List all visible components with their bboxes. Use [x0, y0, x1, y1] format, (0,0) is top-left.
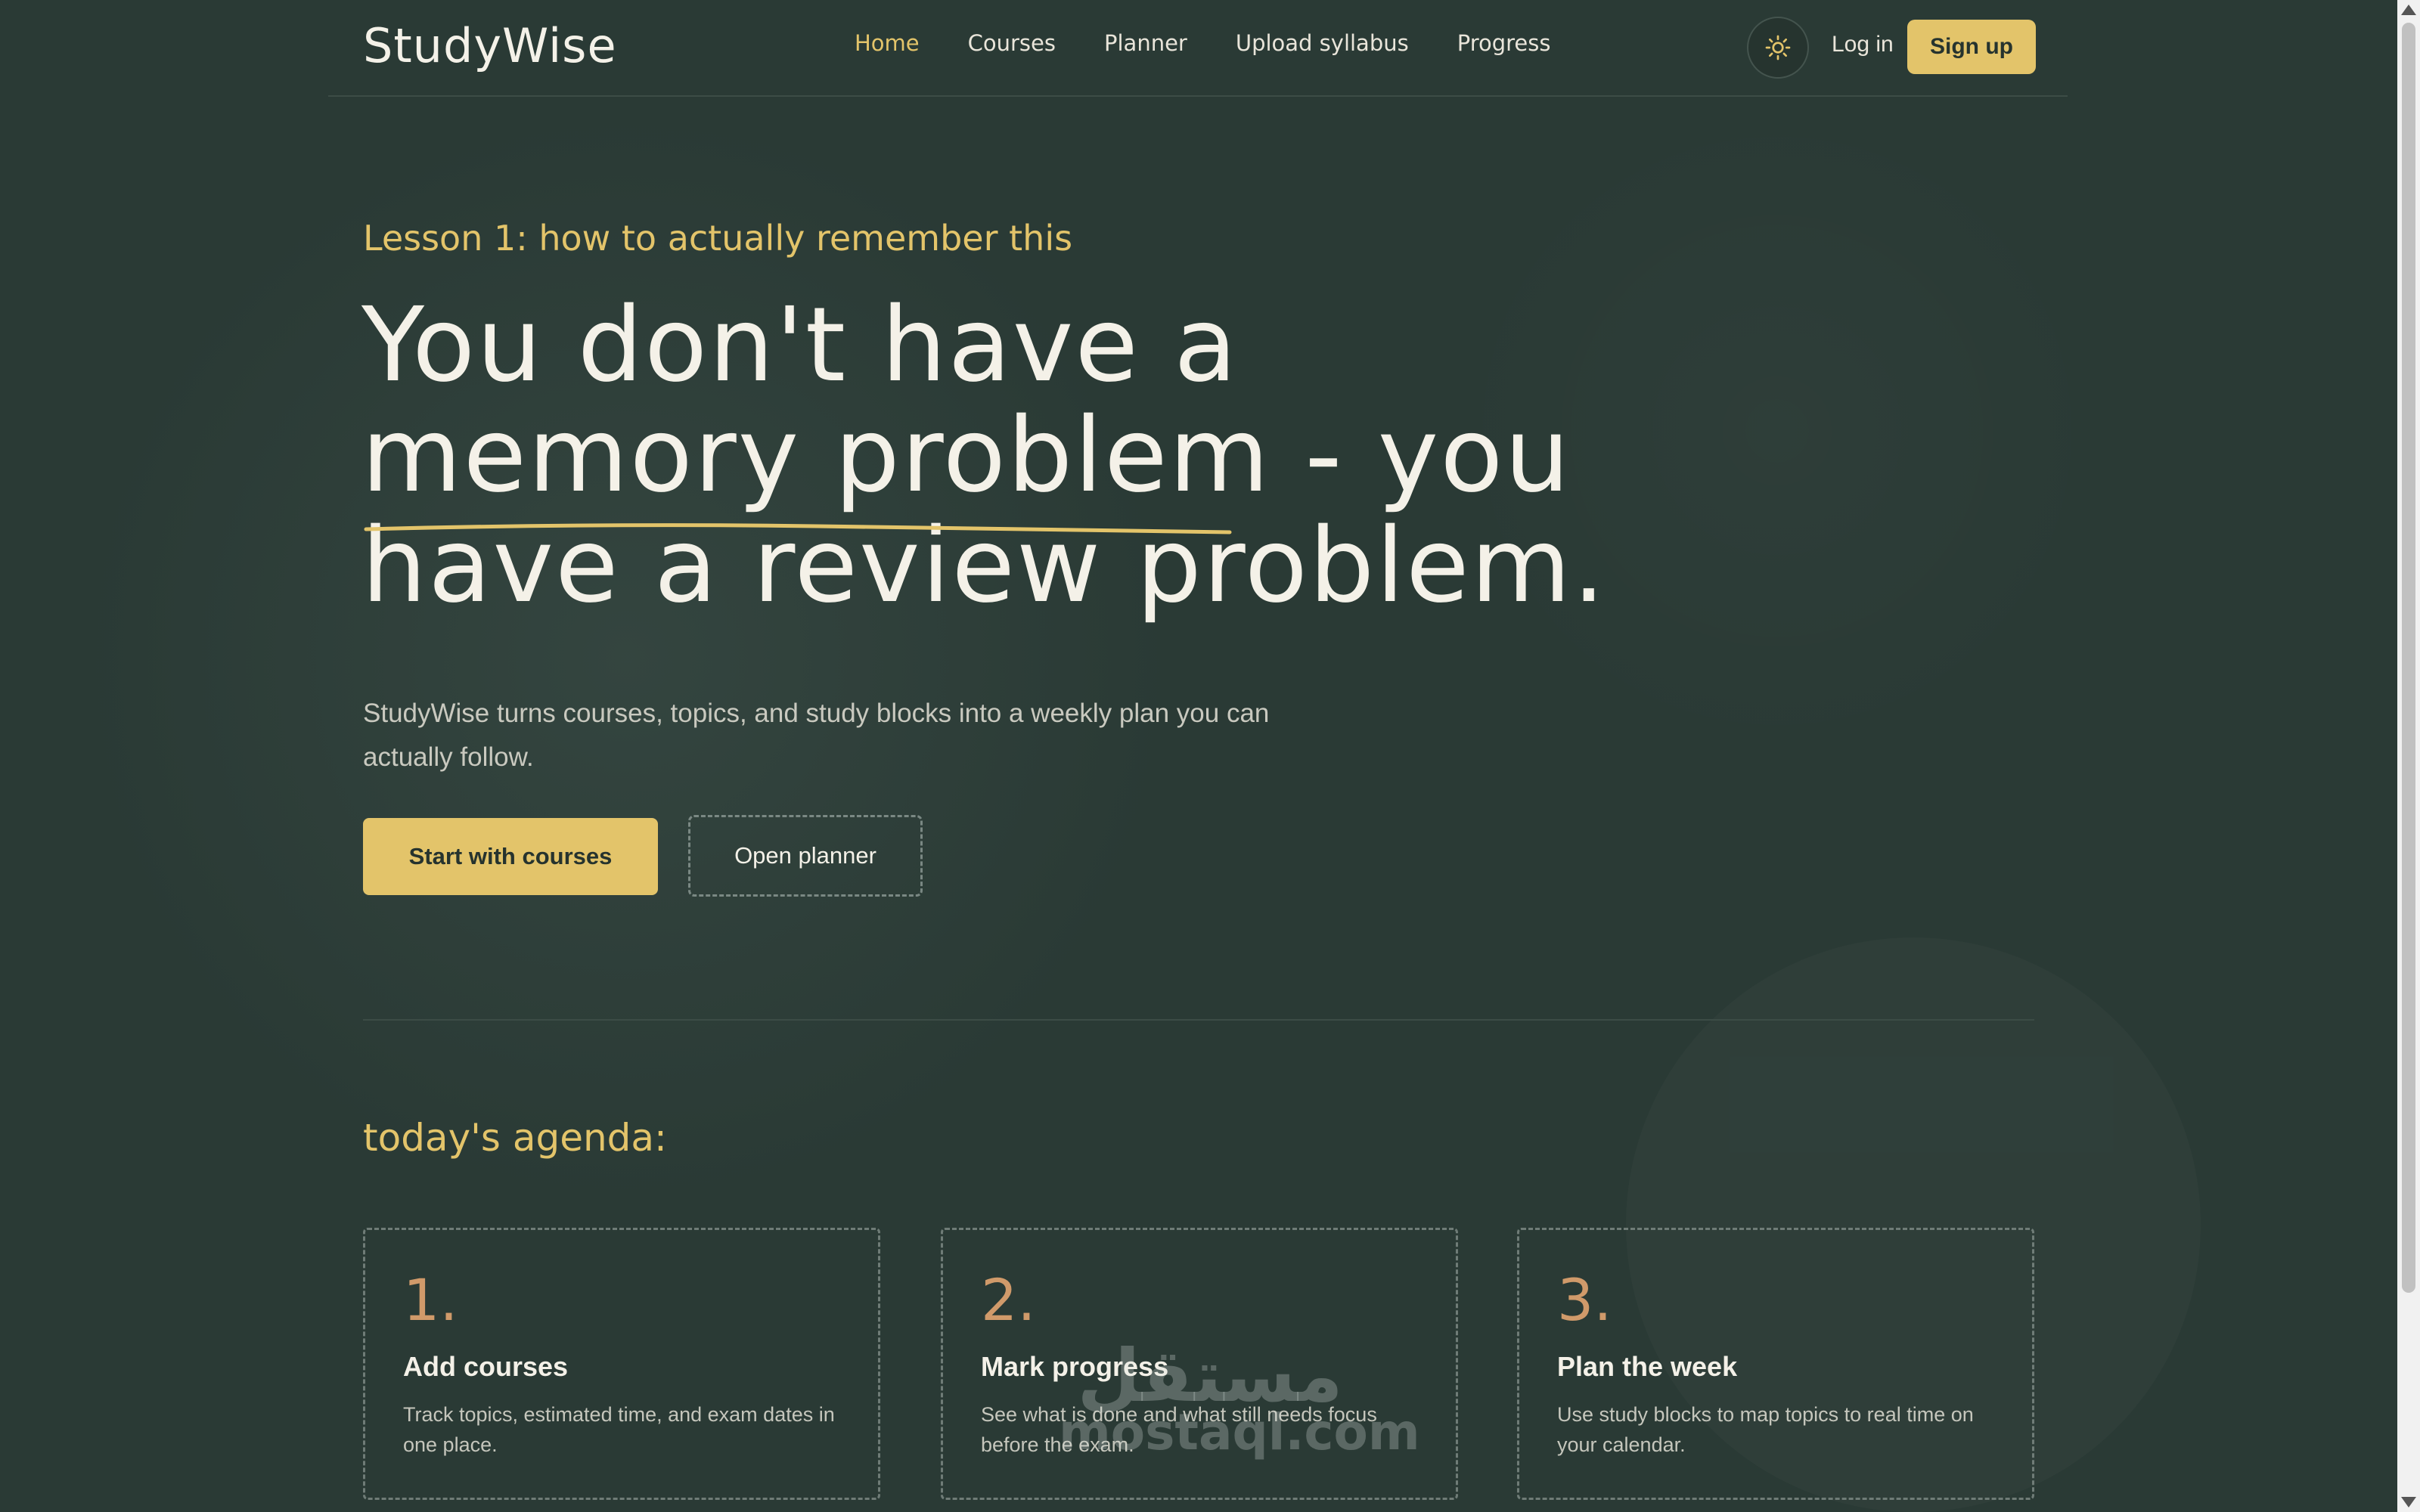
top-navigation: StudyWise Home Courses Planner Upload sy…	[328, 0, 2068, 97]
nav-link-courses[interactable]: Courses	[968, 30, 1056, 56]
headline-underline	[364, 523, 1232, 534]
agenda-number: 2.	[981, 1266, 1036, 1334]
agenda-card-add-courses: 1. Add courses Track topics, estimated t…	[363, 1228, 880, 1500]
open-planner-button[interactable]: Open planner	[688, 815, 923, 897]
login-link[interactable]: Log in	[1832, 32, 1894, 57]
start-with-courses-button[interactable]: Start with courses	[363, 818, 658, 895]
watermark-arabic: مستقل	[1077, 1334, 1343, 1418]
agenda-card-plan-the-week: 3. Plan the week Use study blocks to map…	[1517, 1228, 2034, 1500]
watermark-latin: mostaql.com	[1059, 1403, 1420, 1461]
theme-toggle-button[interactable]	[1747, 17, 1809, 79]
agenda-card-description: Use study blocks to map topics to real t…	[1557, 1403, 1974, 1456]
nav-links: Home Courses Planner Upload syllabus Pro…	[855, 30, 1551, 56]
watermark: مستقل mostaql.com	[1059, 1334, 1420, 1461]
headline-line-1: You don't have a	[361, 286, 1239, 405]
sun-icon	[1765, 35, 1791, 60]
background-glow	[60, 91, 1195, 1225]
scroll-thumb[interactable]	[2402, 23, 2415, 1293]
headline-line-2: memory problem - you	[361, 396, 1571, 516]
nav-link-planner[interactable]: Planner	[1104, 30, 1187, 56]
section-divider	[363, 1019, 2034, 1021]
lesson-eyebrow: Lesson 1: how to actually remember this	[363, 218, 1073, 259]
agenda-title: today's agenda:	[363, 1116, 667, 1160]
signup-button[interactable]: Sign up	[1907, 20, 2036, 74]
agenda-card-title: Plan the week	[1557, 1351, 1738, 1382]
brand-logo[interactable]: StudyWise	[363, 18, 617, 73]
vertical-scrollbar[interactable]	[2397, 0, 2420, 1512]
scroll-up-arrow-icon[interactable]	[2401, 5, 2416, 15]
nav-link-home[interactable]: Home	[855, 30, 920, 56]
agenda-card-title: Add courses	[403, 1351, 569, 1382]
scroll-down-arrow-icon[interactable]	[2401, 1497, 2416, 1507]
agenda-number: 3.	[1557, 1266, 1612, 1334]
agenda-card-description: Track topics, estimated time, and exam d…	[403, 1403, 835, 1456]
hero-description: StudyWise turns courses, topics, and stu…	[363, 699, 1270, 772]
nav-link-progress[interactable]: Progress	[1457, 30, 1551, 56]
hero-headline: You don't have a memory problem - you ha…	[361, 290, 1606, 621]
agenda-number: 1.	[403, 1266, 458, 1334]
nav-link-upload-syllabus[interactable]: Upload syllabus	[1236, 30, 1409, 56]
